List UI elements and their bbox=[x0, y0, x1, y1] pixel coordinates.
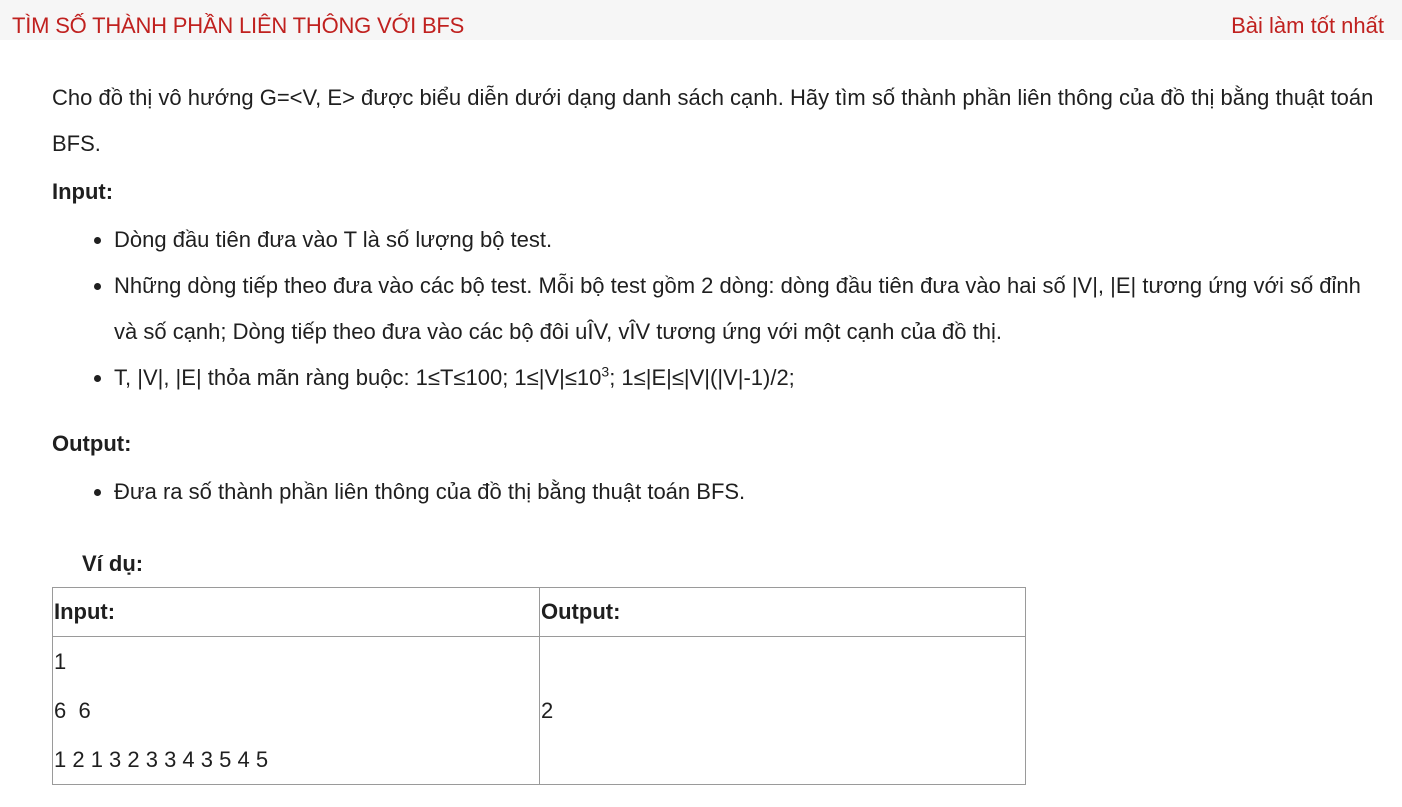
table-row: 1 6 6 1 2 1 3 2 3 3 4 3 5 4 5 2 bbox=[52, 636, 1026, 785]
output-column-header: Output: bbox=[539, 587, 1026, 637]
output-heading: Output: bbox=[52, 431, 132, 456]
constraint-prefix: T, |V|, |E| thỏa mãn ràng buộc: 1≤T≤100;… bbox=[114, 365, 602, 390]
constraint-item: T, |V|, |E| thỏa mãn ràng buộc: 1≤T≤100;… bbox=[114, 355, 1382, 401]
best-submission-link[interactable]: Bài làm tốt nhất bbox=[1231, 13, 1384, 39]
input-column-header: Input: bbox=[52, 587, 540, 637]
example-input-line: 1 bbox=[54, 649, 67, 674]
example-table: Input: Output: 1 6 6 1 2 1 3 2 3 3 4 3 5… bbox=[52, 587, 1026, 785]
example-input-line: 6 6 bbox=[54, 698, 91, 723]
output-item: Đưa ra số thành phần liên thông của đồ t… bbox=[114, 469, 1382, 515]
problem-title: TÌM SỐ THÀNH PHẦN LIÊN THÔNG VỚI BFS bbox=[12, 13, 465, 38]
input-heading: Input: bbox=[52, 179, 114, 204]
example-label: Ví dụ: bbox=[82, 551, 144, 576]
input-list: Dòng đầu tiên đưa vào T là số lượng bộ t… bbox=[52, 217, 1382, 401]
example-input-cell: 1 6 6 1 2 1 3 2 3 3 4 3 5 4 5 bbox=[52, 636, 540, 785]
constraint-suffix: ; 1≤|E|≤|V|(|V|-1)/2; bbox=[609, 365, 795, 390]
input-item: Những dòng tiếp theo đưa vào các bộ test… bbox=[114, 263, 1382, 355]
example-input-line: 1 2 1 3 2 3 3 4 3 5 4 5 bbox=[54, 747, 269, 772]
table-header-row: Input: Output: bbox=[52, 587, 1026, 637]
example-output-cell: 2 bbox=[539, 636, 1026, 785]
output-list: Đưa ra số thành phần liên thông của đồ t… bbox=[52, 469, 1382, 515]
problem-statement: Cho đồ thị vô hướng G=<V, E> được biểu d… bbox=[52, 75, 1382, 785]
input-item: Dòng đầu tiên đưa vào T là số lượng bộ t… bbox=[114, 217, 1382, 263]
problem-intro: Cho đồ thị vô hướng G=<V, E> được biểu d… bbox=[52, 85, 1374, 156]
top-bar: TÌM SỐ THÀNH PHẦN LIÊN THÔNG VỚI BFS Bài… bbox=[0, 0, 1402, 40]
